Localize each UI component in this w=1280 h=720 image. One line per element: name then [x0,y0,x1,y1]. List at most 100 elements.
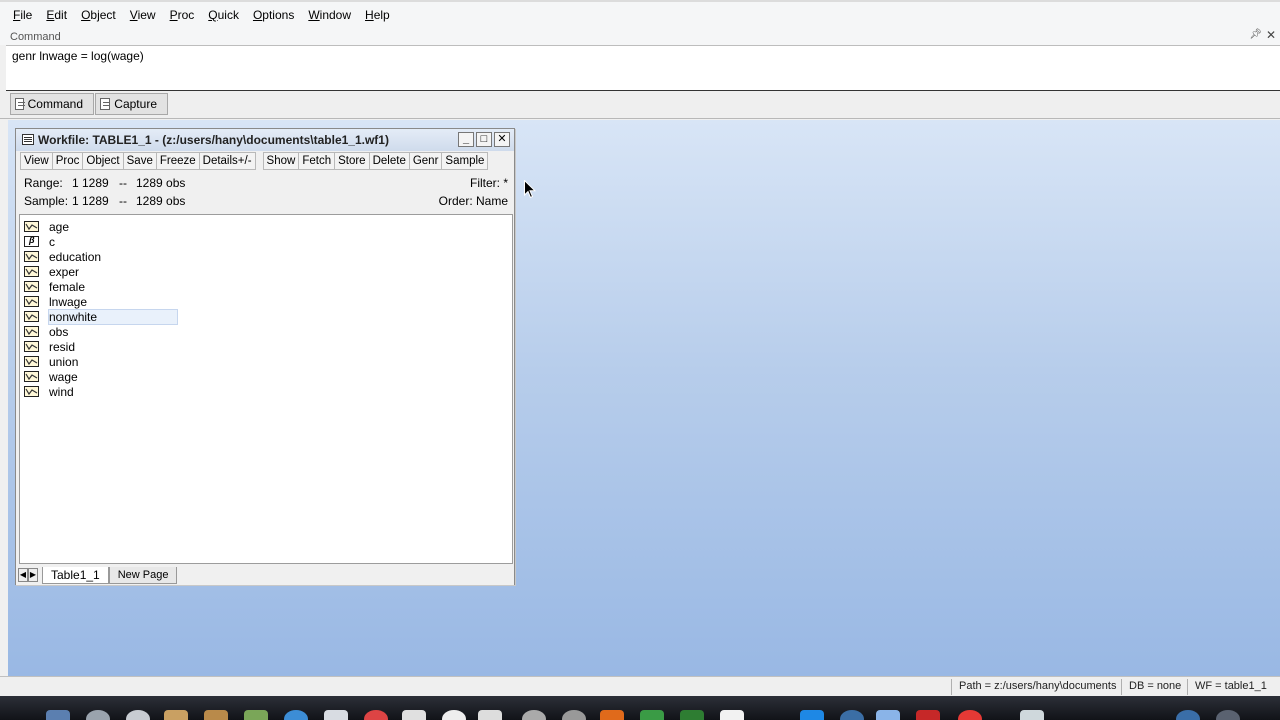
toolbar-button-freeze[interactable]: Freeze [155,152,200,170]
menu-label-rest: iew [137,8,156,22]
taskbar-app-icon[interactable] [916,710,940,720]
taskbar-app-icon[interactable] [720,710,744,720]
sample-row: Sample: 1 1289 -- 1289 obs Order: Name [24,194,508,212]
taskbar-app-icon[interactable] [46,710,70,720]
object-resid[interactable]: resid [24,339,75,354]
series-icon [24,266,39,277]
toolbar-button-proc[interactable]: Proc [51,152,84,170]
status-bar: Path = z:/users/hany\documents DB = none… [0,676,1280,696]
taskbar-app-icon[interactable] [164,710,188,720]
toolbar-button-show[interactable]: Show [262,152,300,170]
toolbar-button-sample[interactable]: Sample [441,152,489,170]
object-name: exper [49,264,80,279]
tab-capture[interactable]: Capture [95,93,168,115]
toolbar-button-view[interactable]: View [20,152,53,170]
toolbar-button-details[interactable]: Details+/- [198,152,256,170]
page-tab-new-page[interactable]: New Page [108,566,178,584]
workfile-object-list: age β c education exper female lnwage nonwhite o… [19,214,513,564]
taskbar-app-icon[interactable] [478,710,502,720]
menu-mnemonic: W [308,8,320,22]
object-wind[interactable]: wind [24,384,74,399]
taskbar-app-icon[interactable] [958,710,982,720]
scroll-right-icon[interactable]: ▶ [28,568,38,582]
toolbar-button-genr[interactable]: Genr [408,152,443,170]
coef-vector-icon: β [24,235,39,247]
menu-label-rest: ptions [262,8,295,22]
object-nonwhite[interactable]: nonwhite [24,308,179,325]
taskbar-app-icon[interactable] [204,710,228,720]
object-female[interactable]: female [24,279,85,294]
taskbar-app-icon[interactable] [364,710,388,720]
tab-command-label: Command [27,97,83,111]
taskbar-app-icon[interactable] [522,710,546,720]
page-tab-table1-1[interactable]: Table1_1 [42,566,109,584]
menu-item-proc[interactable]: Proc [163,3,202,27]
menu-label-rest: indow [319,8,352,22]
object-c[interactable]: βc [24,234,55,249]
command-window-icon [15,98,25,110]
toolbar-button-save[interactable]: Save [122,152,157,170]
object-lnwage[interactable]: lnwage [24,294,87,309]
minimize-icon[interactable]: _ [458,132,474,147]
menu-item-object[interactable]: Object [74,3,123,27]
taskbar-app-icon[interactable] [126,710,150,720]
os-taskbar [0,696,1280,720]
status-wf: WF = table1_1 [1187,679,1274,695]
menu-item-options[interactable]: Options [246,3,301,27]
menu-mnemonic: Q [208,8,218,22]
taskbar-app-icon[interactable] [640,710,664,720]
taskbar-app-icon[interactable] [402,710,426,720]
menu-mnemonic: O [81,8,91,22]
menu-item-view[interactable]: View [123,3,163,27]
object-union[interactable]: union [24,354,78,369]
series-icon [24,281,39,292]
taskbar-app-icon[interactable] [680,710,704,720]
pane-tabstrip: Command Capture [0,91,1280,119]
object-name: wage [49,369,78,384]
taskbar-app-icon[interactable] [840,710,864,720]
taskbar-app-icon[interactable] [600,710,624,720]
toolbar-button-store[interactable]: Store [334,152,370,170]
object-age[interactable]: age [24,219,69,234]
object-name: resid [49,339,76,354]
command-text[interactable]: genr lnwage = log(wage) [12,49,144,63]
pin-icon[interactable]: 📌︎ [1249,29,1262,40]
menu-item-window[interactable]: Window [301,3,358,27]
toolbar-button-object[interactable]: Object [82,152,124,170]
maximize-icon[interactable]: □ [476,132,492,147]
object-exper[interactable]: exper [24,264,79,279]
menu-item-edit[interactable]: Edit [39,3,74,27]
series-icon [24,296,39,307]
taskbar-app-icon[interactable] [800,710,824,720]
workfile-titlebar[interactable]: Workfile: TABLE1_1 - (z:/users/hany\docu… [16,129,514,151]
toolbar-button-delete[interactable]: Delete [368,152,410,170]
workfile-page-tabs: ◀ ▶ Table1_1 New Page [16,565,514,585]
taskbar-app-icon[interactable] [324,710,348,720]
taskbar-app-icon[interactable] [284,710,308,720]
tab-command[interactable]: Command [10,93,94,115]
menu-label-rest: dit [54,8,68,22]
taskbar-app-icon[interactable] [1176,710,1200,720]
scroll-left-icon[interactable]: ◀ [18,568,28,582]
range-label: Range: [24,176,63,190]
status-db: DB = none [1121,679,1188,695]
menu-item-file[interactable]: File [6,3,39,27]
mouse-cursor-icon [524,180,536,199]
toolbar-button-fetch[interactable]: Fetch [298,152,336,170]
taskbar-app-icon[interactable] [562,710,586,720]
object-obs[interactable]: obs [24,324,68,339]
taskbar-app-icon[interactable] [244,710,268,720]
taskbar-app-icon[interactable] [1216,710,1240,720]
command-input[interactable]: genr lnwage = log(wage) [6,45,1280,91]
object-wage[interactable]: wage [24,369,78,384]
taskbar-app-icon[interactable] [442,710,466,720]
menu-item-help[interactable]: Help [358,3,397,27]
taskbar-app-icon[interactable] [876,710,900,720]
menu-item-quick[interactable]: Quick [201,3,246,27]
sample-label: Sample: [24,194,69,208]
close-window-icon[interactable]: ✕ [494,132,510,147]
object-education[interactable]: education [24,249,101,264]
taskbar-app-icon[interactable] [86,710,110,720]
taskbar-app-icon[interactable] [1020,710,1044,720]
close-icon[interactable]: ✕ [1266,28,1276,42]
